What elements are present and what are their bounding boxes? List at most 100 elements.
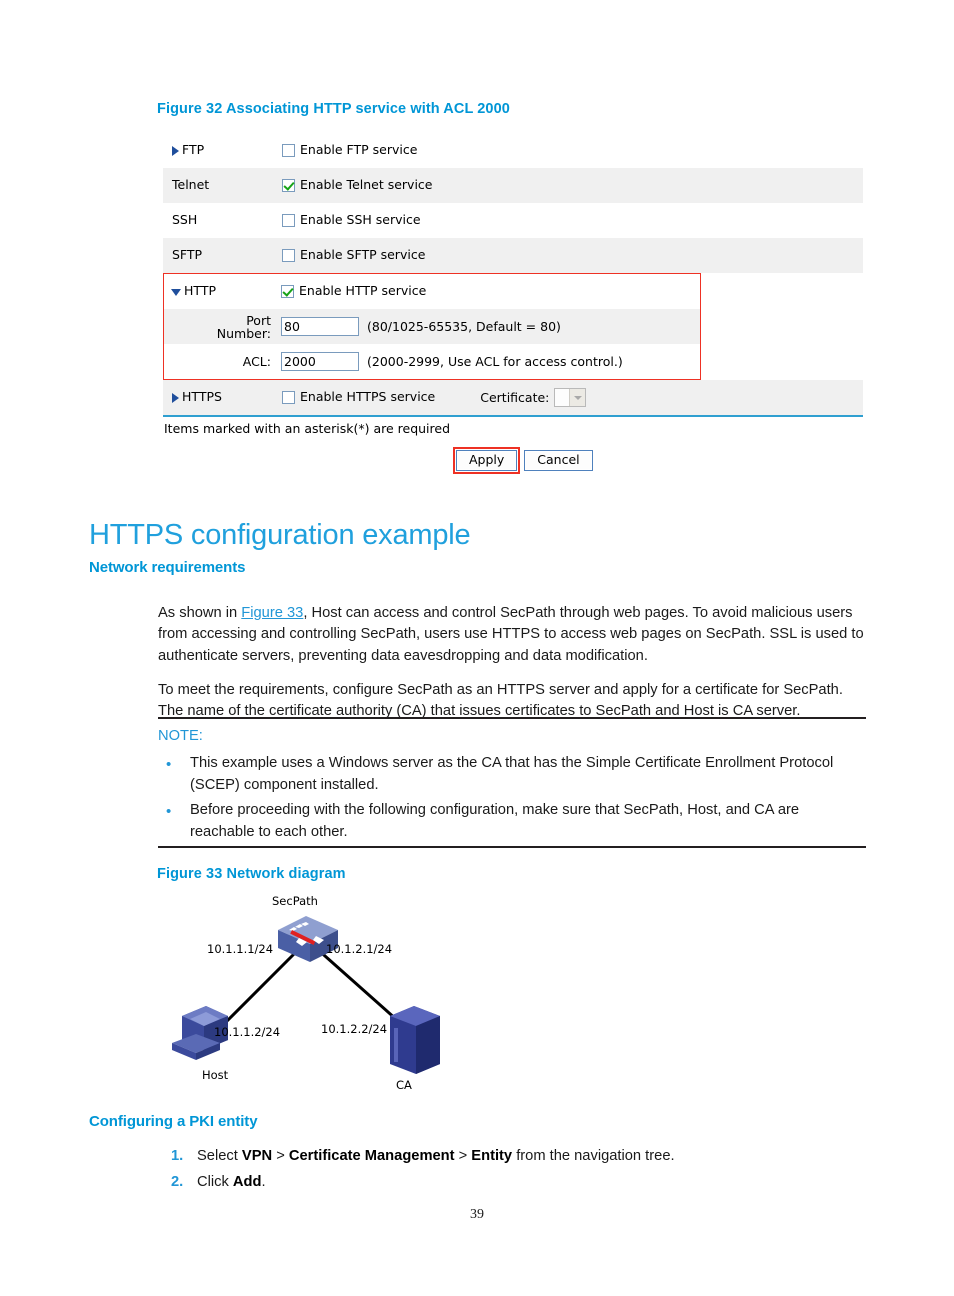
expand-arrow-icon-https[interactable] — [172, 392, 179, 403]
http-port-row: PortNumber: (80/1025-65535, Default = 80… — [164, 309, 700, 344]
checkbox-row-ssh[interactable]: Enable SSH service — [282, 214, 421, 227]
row-label-telnet: Telnet — [172, 179, 282, 192]
expand-arrow-icon[interactable] — [172, 145, 179, 156]
http-acl-row: ACL: (2000-2999, Use ACL for access cont… — [164, 344, 700, 379]
step-item: 1. Select VPN > Certificate Management >… — [158, 1143, 867, 1169]
http-acl-input[interactable] — [281, 352, 359, 371]
step-text-prefix: Click — [197, 1174, 233, 1190]
cancel-button[interactable]: Cancel — [524, 450, 593, 471]
ca-server-icon — [390, 1006, 440, 1074]
certificate-dropdown-value — [555, 389, 570, 406]
step-action-add: Add — [232, 1174, 262, 1190]
cancel-button-wrap: Cancel — [524, 450, 593, 471]
network-diagram-svg — [172, 916, 440, 1074]
note-item-text: Before proceeding with the following con… — [190, 802, 800, 840]
checkbox-enable-telnet[interactable] — [282, 179, 295, 192]
link-secpath-host — [218, 946, 302, 1030]
step-menu-entity: Entity — [471, 1148, 513, 1164]
note-list-item: • This example uses a Windows server as … — [158, 753, 866, 796]
service-name-ssh: SSH — [172, 212, 198, 228]
step-menu-vpn: VPN — [241, 1148, 273, 1164]
checkbox-enable-http[interactable] — [281, 285, 294, 298]
network-diagram: SecPath Host CA 10.1.1.1/24 10.1.2.1/24 … — [158, 888, 638, 1092]
note-top-rule — [158, 717, 866, 719]
checkbox-label-ssh: Enable SSH service — [300, 212, 421, 228]
node-label-host: Host — [202, 1068, 229, 1082]
checkbox-enable-ssh[interactable] — [282, 214, 295, 227]
note-bottom-rule — [158, 846, 866, 848]
note-label: NOTE: — [158, 728, 203, 744]
apply-button-highlight: Apply — [453, 447, 521, 474]
figure-33-crossref[interactable]: Figure 33 — [241, 605, 303, 621]
checkbox-row-sftp[interactable]: Enable SFTP service — [282, 249, 425, 262]
service-name-https: HTTPS — [182, 389, 222, 405]
note-item-text: This example uses a Windows server as th… — [190, 755, 834, 793]
required-fields-note: Items marked with an asterisk(*) are req… — [164, 421, 451, 436]
row-label-ftp: FTP — [172, 144, 282, 157]
step-item: 2. Click Add. — [158, 1169, 867, 1195]
http-port-label: Port Number: — [216, 312, 271, 341]
service-name-sftp: SFTP — [172, 247, 203, 263]
form-button-bar: Apply Cancel — [163, 447, 863, 474]
web-ui-screenshot: FTP Enable FTP service Telnet Enable Tel… — [163, 133, 863, 474]
paragraph-network-requirements-1: As shown in Figure 33, Host can access a… — [158, 603, 867, 668]
section-heading-configuring-pki-entity: Configuring a PKI entity — [89, 1113, 258, 1130]
checkbox-label-ftp: Enable FTP service — [300, 142, 418, 158]
node-label-secpath: SecPath — [272, 894, 318, 908]
chevron-down-icon[interactable] — [569, 389, 586, 406]
checkbox-row-telnet[interactable]: Enable Telnet service — [282, 179, 433, 192]
panel-bottom-rule — [163, 415, 863, 417]
step-text-suffix: from the navigation tree. — [512, 1148, 675, 1164]
apply-button[interactable]: Apply — [456, 450, 518, 471]
step-number: 2. — [171, 1174, 184, 1190]
step-menu-certificate-management: Certificate Management — [288, 1148, 455, 1164]
http-port-hint: (80/1025-65535, Default = 80) — [367, 319, 561, 334]
service-row-ftp: FTP Enable FTP service — [163, 133, 863, 168]
checkbox-label-telnet: Enable Telnet service — [300, 177, 433, 193]
service-row-https: HTTPS Enable HTTPS service Certificate: — [163, 380, 863, 415]
checkbox-row-https[interactable]: Enable HTTPS service — [282, 391, 435, 404]
checkbox-enable-sftp[interactable] — [282, 249, 295, 262]
step-separator: > — [272, 1148, 289, 1164]
page-number: 39 — [470, 1207, 484, 1222]
checkbox-row-ftp[interactable]: Enable FTP service — [282, 144, 417, 157]
row-label-ssh: SSH — [172, 214, 282, 227]
row-label-https: HTTPS — [172, 391, 282, 404]
certificate-field-group: Certificate: — [480, 388, 587, 407]
row-label-http: HTTP — [171, 285, 281, 298]
section-heading-network-requirements: Network requirements — [89, 559, 246, 576]
step-text-prefix: Select — [197, 1148, 242, 1164]
interface-label-ca: 10.1.2.2/24 — [321, 1022, 388, 1036]
certificate-dropdown[interactable] — [554, 388, 587, 407]
interface-label-host: 10.1.1.2/24 — [214, 1025, 281, 1039]
service-row-ssh: SSH Enable SSH service — [163, 203, 863, 238]
note-list: • This example uses a Windows server as … — [158, 753, 866, 847]
figure-32-caption: Figure 32 Associating HTTP service with … — [157, 101, 510, 117]
service-name-http: HTTP — [184, 283, 216, 299]
checkbox-label-https: Enable HTTPS service — [300, 389, 436, 405]
checkbox-label-sftp: Enable SFTP service — [300, 247, 426, 263]
interface-label-secpath-left: 10.1.1.1/24 — [207, 942, 274, 956]
checkbox-enable-ftp[interactable] — [282, 144, 295, 157]
step-separator: > — [454, 1148, 472, 1164]
checkbox-label-http: Enable HTTP service — [299, 283, 427, 299]
collapse-arrow-icon[interactable] — [171, 288, 181, 296]
paragraph-1-prefix: As shown in — [158, 604, 242, 621]
service-name-ftp: FTP — [182, 142, 205, 158]
checkbox-row-http[interactable]: Enable HTTP service — [281, 285, 426, 298]
http-settings-highlight-box: HTTP Enable HTTP service PortNumber: (80… — [163, 273, 701, 380]
checkbox-enable-https[interactable] — [282, 391, 295, 404]
certificate-label: Certificate: — [480, 390, 550, 405]
http-acl-label: ACL: — [242, 353, 271, 369]
bullet-icon: • — [166, 803, 172, 820]
figure-33-caption: Figure 33 Network diagram — [157, 866, 346, 882]
http-acl-hint: (2000-2999, Use ACL for access control.) — [367, 354, 623, 369]
service-row-sftp: SFTP Enable SFTP service — [163, 238, 863, 273]
step-text-suffix: . — [261, 1174, 266, 1190]
page-title: HTTPS configuration example — [89, 519, 471, 552]
http-port-input[interactable] — [281, 317, 359, 336]
step-number: 1. — [171, 1148, 184, 1164]
note-list-item: • Before proceeding with the following c… — [158, 800, 866, 843]
steps-list: 1. Select VPN > Certificate Management >… — [158, 1143, 867, 1195]
interface-label-secpath-right: 10.1.2.1/24 — [326, 942, 393, 956]
